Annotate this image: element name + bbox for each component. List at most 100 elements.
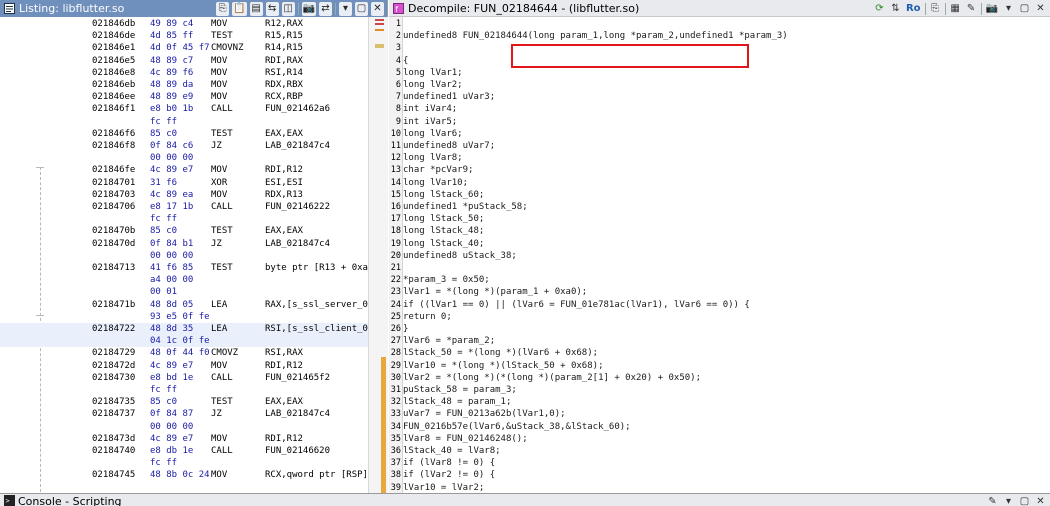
export-icon[interactable]: ⇅ <box>889 2 902 16</box>
listing-row[interactable]: 021846f6 85 c0 TEST EAX,EAX <box>0 128 368 140</box>
listing-row[interactable]: a4 00 00 <box>0 274 368 286</box>
code-line[interactable]: 18 long lStack_48; <box>389 225 1050 237</box>
listing-row[interactable]: 02184722 48 8d 35 LEA RSI,[s_ssl_client_002… <box>0 323 368 335</box>
code-line[interactable]: 30 lVar2 = *(long *)(*(long *)(param_2[1… <box>389 372 1050 384</box>
code-line[interactable]: 20 undefined8 uStack_38; <box>389 250 1050 262</box>
code-line[interactable]: 29 lVar10 = *(long *)(lStack_50 + 0x68); <box>389 360 1050 372</box>
code-line[interactable]: 35 lVar8 = FUN_02146248(); <box>389 433 1050 445</box>
dropdown-icon[interactable]: ▾ <box>339 1 352 16</box>
code-line[interactable]: 31 puStack_58 = param_3; <box>389 384 1050 396</box>
close-icon[interactable]: ✕ <box>1034 495 1047 506</box>
toggle-header-icon[interactable]: ◫ <box>281 1 295 16</box>
code-line[interactable]: 10 long lVar6; <box>389 128 1050 140</box>
listing-row[interactable]: 00 01 <box>0 286 368 298</box>
code-line[interactable]: 22 *param_3 = 0x50; <box>389 274 1050 286</box>
maximize-icon[interactable]: ▢ <box>355 1 368 16</box>
listing-row[interactable]: fc ff <box>0 213 368 225</box>
listing-row[interactable]: 021846fe 4c 89 e7 MOV RDI,R12 <box>0 164 368 176</box>
close-icon[interactable]: ✕ <box>1034 2 1047 16</box>
listing-row[interactable]: 021846ee 48 89 e9 MOV RCX,RBP <box>0 91 368 103</box>
diff-view-icon[interactable]: ⇆ <box>265 1 279 16</box>
code-line[interactable]: 17 long lStack_50; <box>389 213 1050 225</box>
paste-icon[interactable]: 📋 <box>232 1 247 16</box>
listing-row[interactable]: 021846e5 48 89 c7 MOV RDI,RAX <box>0 55 368 67</box>
code-line[interactable]: 33 uVar7 = FUN_0213a62b(lVar1,0); <box>389 408 1050 420</box>
listing-row[interactable]: 93 e5 0f fe <box>0 311 368 323</box>
code-line[interactable]: 13 char *pcVar9; <box>389 164 1050 176</box>
code-line[interactable]: 7 undefined1 uVar3; <box>389 91 1050 103</box>
refresh-icon[interactable]: ⟳ <box>873 2 886 16</box>
code-line[interactable]: 1 <box>389 18 1050 30</box>
code-line[interactable]: 39 lVar10 = lVar2; <box>389 482 1050 493</box>
maximize-icon[interactable]: ▢ <box>1018 2 1031 16</box>
listing-scrollbar[interactable] <box>368 17 388 506</box>
code-line[interactable]: 6 long lVar2; <box>389 79 1050 91</box>
listing-row[interactable]: 0218470d 0f 84 b1 JZ LAB_021847c4 <box>0 238 368 250</box>
listing-content[interactable]: 021846db 49 89 c4 MOV R12,RAX 021846de 4d 85 … <box>0 17 368 493</box>
listing-row[interactable]: 02184735 85 c0 TEST EAX,EAX <box>0 396 368 408</box>
graph-icon[interactable]: ▦ <box>949 2 962 16</box>
navigate-icon[interactable]: ⇄ <box>319 1 332 16</box>
listing-row[interactable]: 00 00 00 <box>0 250 368 262</box>
code-line[interactable]: 12 long lVar8; <box>389 152 1050 164</box>
code-line[interactable]: 14 long lVar10; <box>389 177 1050 189</box>
listing-row[interactable]: 0218472d 4c 89 e7 MOV RDI,R12 <box>0 360 368 372</box>
code-line[interactable]: 26 } <box>389 323 1050 335</box>
edit-icon[interactable]: ✎ <box>986 495 999 506</box>
listing-row[interactable]: 00 00 00 <box>0 421 368 433</box>
code-line[interactable]: 9 int iVar5; <box>389 116 1050 128</box>
listing-row[interactable]: 02184737 0f 84 87 JZ LAB_021847c4 <box>0 408 368 420</box>
code-line[interactable]: 16 undefined1 *puStack_58; <box>389 201 1050 213</box>
listing-row[interactable]: 021846de 4d 85 ff TEST R15,R15 <box>0 30 368 42</box>
listing-row[interactable]: 02184713 41 f6 85 TEST byte ptr [R13 + 0xa4… <box>0 262 368 274</box>
listing-row[interactable]: 0218471b 48 8d 05 LEA RAX,[s_ssl_server_002… <box>0 299 368 311</box>
copy-icon[interactable]: ⎘ <box>216 1 230 16</box>
dropdown-icon[interactable]: ▾ <box>1002 2 1015 16</box>
code-line[interactable]: 5 long lVar1; <box>389 67 1050 79</box>
listing-row[interactable]: 021846eb 48 89 da MOV RDX,RBX <box>0 79 368 91</box>
code-line[interactable]: 25 return 0; <box>389 311 1050 323</box>
maximize-icon[interactable]: ▢ <box>1018 495 1031 506</box>
listing-row[interactable]: 02184730 e8 bd 1e CALL FUN_021465f2 <box>0 372 368 384</box>
listing-row[interactable]: 02184740 e8 db 1e CALL FUN_02146620 <box>0 445 368 457</box>
code-line[interactable]: 24 if ((lVar1 == 0) || (lVar6 = FUN_01e7… <box>389 299 1050 311</box>
decompile-content[interactable]: 1 2 undefined8 FUN_02184644(long param_1,l… <box>389 17 1050 493</box>
listing-row[interactable]: 021846db 49 89 c4 MOV R12,RAX <box>0 18 368 30</box>
code-line[interactable]: 28 lStack_50 = *(long *)(lVar6 + 0x68); <box>389 347 1050 359</box>
listing-row[interactable]: 021846e1 4d 0f 45 f7 CMOVNZ R14,R15 <box>0 42 368 54</box>
code-line[interactable]: 36 lStack_40 = lVar8; <box>389 445 1050 457</box>
listing-row[interactable]: fc ff <box>0 384 368 396</box>
copy-icon[interactable]: ⎘ <box>929 2 942 16</box>
code-line[interactable]: 34 FUN_0216b57e(lVar6,&uStack_38,&lStack… <box>389 421 1050 433</box>
listing-row[interactable]: 021846f8 0f 84 c6 JZ LAB_021847c4 <box>0 140 368 152</box>
field-editor-icon[interactable]: ▤ <box>249 1 263 16</box>
snapshot-icon[interactable]: 📷 <box>985 2 999 16</box>
snapshot-icon[interactable]: 📷 <box>301 1 316 16</box>
code-line[interactable]: 38 if (lVar2 != 0) { <box>389 469 1050 481</box>
listing-row[interactable]: 02184729 48 0f 44 f0 CMOVZ RSI,RAX <box>0 347 368 359</box>
listing-row[interactable]: 0218470b 85 c0 TEST EAX,EAX <box>0 225 368 237</box>
listing-row[interactable]: 02184701 31 f6 XOR ESI,ESI <box>0 177 368 189</box>
code-line[interactable]: 21 <box>389 262 1050 274</box>
listing-row[interactable]: 021846e8 4c 89 f6 MOV RSI,R14 <box>0 67 368 79</box>
close-icon[interactable]: ✕ <box>371 1 384 16</box>
listing-row[interactable]: 04 1c 0f fe <box>0 335 368 348</box>
read-only-toggle[interactable]: Ro <box>905 2 922 16</box>
code-line[interactable]: 27 lVar6 = *param_2; <box>389 335 1050 347</box>
dropdown-icon[interactable]: ▾ <box>1002 495 1015 506</box>
scrollbar-thumb[interactable] <box>381 357 386 506</box>
listing-row[interactable]: fc ff <box>0 457 368 469</box>
code-line[interactable]: 19 long lStack_40; <box>389 238 1050 250</box>
listing-row[interactable]: 00 00 00 <box>0 152 368 164</box>
listing-row[interactable]: 02184703 4c 89 ea MOV RDX,R13 <box>0 189 368 201</box>
listing-row[interactable]: 021846f1 e8 b0 1b CALL FUN_021462a6 <box>0 103 368 115</box>
code-line[interactable]: 2 undefined8 FUN_02184644(long param_1,lo… <box>389 30 1050 42</box>
code-line[interactable]: 32 lStack_48 = param_1; <box>389 396 1050 408</box>
listing-row[interactable]: 02184706 e8 17 1b CALL FUN_02146222 <box>0 201 368 213</box>
listing-row[interactable]: 0218473d 4c 89 e7 MOV RDI,R12 <box>0 433 368 445</box>
code-line[interactable]: 11 undefined8 uVar7; <box>389 140 1050 152</box>
listing-row[interactable]: fc ff <box>0 116 368 128</box>
code-line[interactable]: 15 long lStack_60; <box>389 189 1050 201</box>
code-line[interactable]: 37 if (lVar8 != 0) { <box>389 457 1050 469</box>
listing-row[interactable]: 02184745 48 8b 0c 24 MOV RCX,qword ptr [RSP… <box>0 469 368 481</box>
